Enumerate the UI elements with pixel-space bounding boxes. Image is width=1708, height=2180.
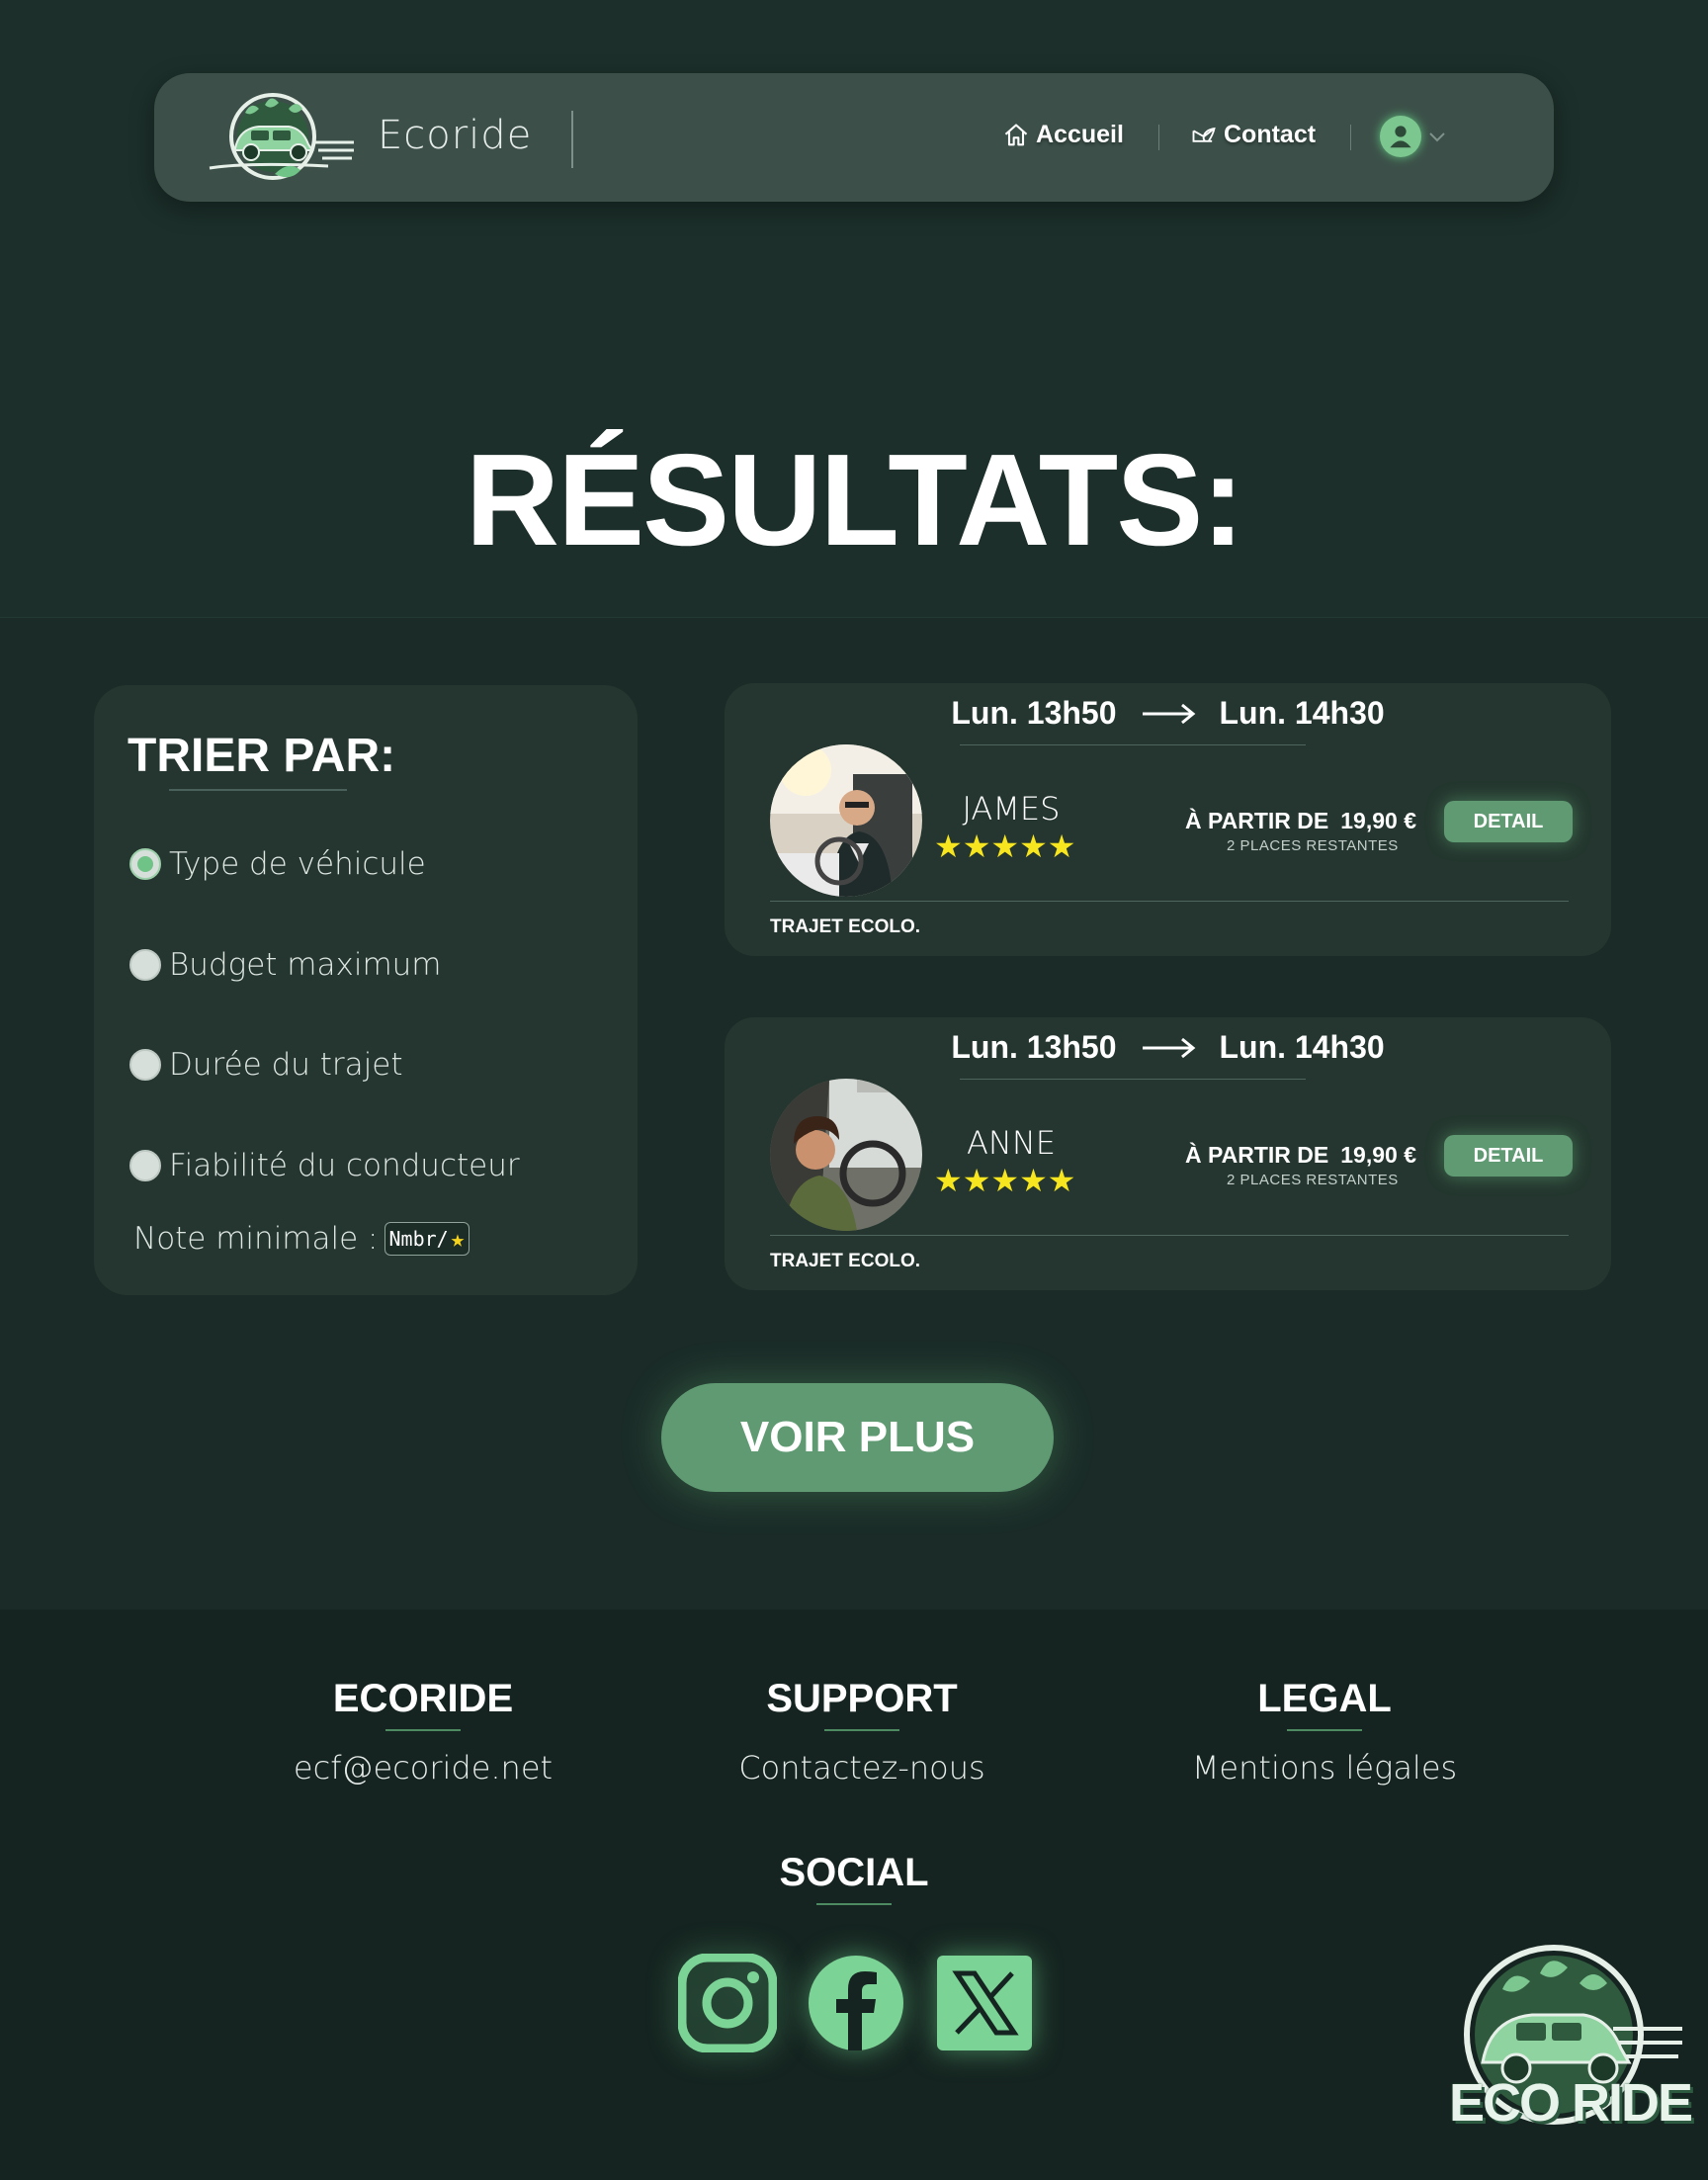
driver-photo xyxy=(770,744,922,897)
radio-button[interactable] xyxy=(129,848,161,880)
footer-underline xyxy=(1287,1729,1362,1731)
ride-times: Lun. 13h50 Lun. 14h30 xyxy=(725,1029,1611,1066)
ride-card[interactable]: Lun. 13h50 Lun. 14h30 JAMES ★★★★★ À PART… xyxy=(725,683,1611,956)
nav-divider xyxy=(571,111,573,168)
driver-name: JAMES xyxy=(962,790,1061,828)
sort-option-duree-trajet[interactable]: Durée du trajet xyxy=(129,1047,403,1083)
price-prefix: À PARTIR DE xyxy=(1185,808,1329,833)
radio-button[interactable] xyxy=(129,949,161,981)
driver-name: ANNE xyxy=(967,1124,1056,1162)
driver-photo xyxy=(770,1079,922,1231)
home-icon xyxy=(1004,123,1028,145)
arrival-time: Lun. 14h30 xyxy=(1219,695,1385,731)
leaf-mail-icon xyxy=(1192,127,1216,142)
sort-option-fiabilite-conducteur[interactable]: Fiabilité du conducteur xyxy=(129,1148,520,1183)
footer-logo-text: ECO RIDE xyxy=(1449,2073,1693,2133)
sort-option-label: Type de véhicule xyxy=(169,846,426,882)
seats-left: 2 PLACES RESTANTES xyxy=(1227,1172,1399,1188)
navbar: Ecoride Accueil Contact xyxy=(154,73,1554,202)
nav-link-accueil[interactable]: Accueil xyxy=(1002,121,1124,149)
card-divider xyxy=(770,1235,1569,1236)
sort-option-budget-maximum[interactable]: Budget maximum xyxy=(129,947,442,983)
page-title: RÉSULTATS: xyxy=(465,427,1245,572)
eco-tag: TRAJET ECOLO. xyxy=(770,1251,921,1271)
social-icons xyxy=(678,1954,1034,2052)
min-rating-row: Note minimale : Nmbr/ ★ xyxy=(133,1221,470,1257)
min-rating-input[interactable]: Nmbr/ ★ xyxy=(384,1222,470,1256)
card-divider xyxy=(770,901,1569,902)
footer-heading: SUPPORT xyxy=(766,1677,958,1720)
footer-column-support: SUPPORT Contactez-nous xyxy=(684,1677,1040,1787)
times-underline xyxy=(960,1079,1306,1080)
ride-card[interactable]: Lun. 13h50 Lun. 14h30 ANNE ★★★★★ À PARTI… xyxy=(725,1017,1611,1290)
instagram-icon[interactable] xyxy=(678,1954,777,2052)
footer-column-legal: LEGAL Mentions légales xyxy=(1147,1677,1502,1787)
sort-title: TRIER PAR: xyxy=(128,730,396,782)
brand-name[interactable]: Ecoride xyxy=(378,113,532,158)
min-rating-label: Note minimale : xyxy=(133,1221,379,1257)
hero-section: Ecoride Accueil Contact RÉSULTATS: xyxy=(0,0,1708,618)
departure-time: Lun. 13h50 xyxy=(951,1029,1117,1065)
footer-underline xyxy=(816,1903,892,1905)
footer: ECORIDE ecf@ecoride.net SUPPORT Contacte… xyxy=(0,1610,1708,2180)
footer-heading: LEGAL xyxy=(1257,1677,1392,1720)
footer-legal-link[interactable]: Mentions légales xyxy=(1147,1749,1502,1787)
footer-underline xyxy=(824,1729,899,1731)
driver-rating-stars: ★★★★★ xyxy=(934,1163,1076,1198)
price-line: À PARTIR DE 19,90 € xyxy=(1185,1142,1416,1169)
radio-button[interactable] xyxy=(129,1049,161,1081)
footer-contact-link[interactable]: Contactez-nous xyxy=(684,1749,1040,1787)
price-prefix: À PARTIR DE xyxy=(1185,1142,1329,1168)
eco-tag: TRAJET ECOLO. xyxy=(770,916,921,937)
x-icon[interactable] xyxy=(935,1954,1034,2052)
nav-link-contact[interactable]: Contact xyxy=(1190,121,1316,149)
ride-times: Lun. 13h50 Lun. 14h30 xyxy=(725,695,1611,732)
facebook-icon[interactable] xyxy=(807,1954,905,2052)
nav-link-label: Contact xyxy=(1224,121,1317,148)
nav-link-label: Accueil xyxy=(1036,121,1124,148)
social-block: SOCIAL xyxy=(676,1851,1032,1905)
ecoride-logo-icon[interactable] xyxy=(206,91,364,186)
sort-option-label: Fiabilité du conducteur xyxy=(169,1148,520,1183)
sort-option-type-vehicule[interactable]: Type de véhicule xyxy=(129,846,426,882)
sort-option-label: Durée du trajet xyxy=(169,1047,403,1083)
arrow-right-icon xyxy=(1142,1037,1195,1058)
driver-rating-stars: ★★★★★ xyxy=(934,828,1076,864)
footer-column-ecoride: ECORIDE ecf@ecoride.net xyxy=(245,1677,601,1787)
price-value: 19,90 € xyxy=(1340,808,1416,833)
star-icon: ★ xyxy=(450,1225,466,1253)
social-heading: SOCIAL xyxy=(779,1851,929,1894)
footer-email-link[interactable]: ecf@ecoride.net xyxy=(245,1749,601,1787)
price-line: À PARTIR DE 19,90 € xyxy=(1185,808,1416,834)
sort-underline xyxy=(169,789,347,791)
price-value: 19,90 € xyxy=(1340,1142,1416,1168)
user-menu[interactable] xyxy=(1380,116,1449,157)
departure-time: Lun. 13h50 xyxy=(951,695,1117,731)
detail-button[interactable]: DETAIL xyxy=(1444,1135,1573,1177)
times-underline xyxy=(960,744,1306,745)
user-avatar-icon xyxy=(1380,116,1421,157)
min-rating-placeholder: Nmbr/ xyxy=(388,1227,449,1251)
footer-heading: ECORIDE xyxy=(332,1677,514,1720)
nav-separator xyxy=(1158,125,1159,150)
sort-panel: TRIER PAR: Type de véhicule Budget maxim… xyxy=(94,685,638,1295)
chevron-down-icon xyxy=(1429,132,1445,142)
sort-option-label: Budget maximum xyxy=(169,947,442,983)
seats-left: 2 PLACES RESTANTES xyxy=(1227,837,1399,854)
arrival-time: Lun. 14h30 xyxy=(1219,1029,1385,1065)
arrow-right-icon xyxy=(1142,703,1195,724)
detail-button[interactable]: DETAIL xyxy=(1444,801,1573,842)
footer-underline xyxy=(385,1729,461,1731)
radio-button[interactable] xyxy=(129,1150,161,1181)
see-more-button[interactable]: VOIR PLUS xyxy=(661,1383,1054,1492)
nav-separator xyxy=(1350,125,1351,150)
